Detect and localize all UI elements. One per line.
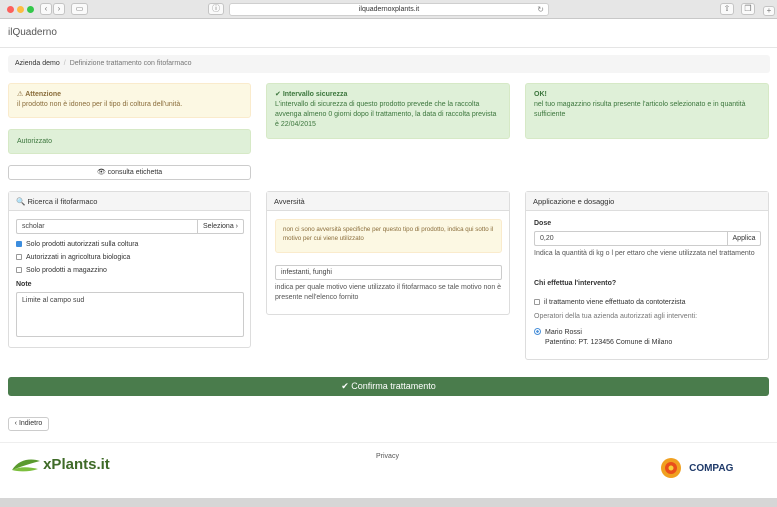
adversity-panel: Avversità non ci sono avversità specific… xyxy=(266,191,510,315)
search-panel-header: 🔍 Ricerca il fitofarmaco xyxy=(9,192,250,211)
maximize-window-button[interactable] xyxy=(27,6,34,13)
url-text: ilquadernoxplants.it xyxy=(358,6,420,13)
checkbox-icon xyxy=(534,299,540,305)
header-divider xyxy=(0,47,777,48)
apply-button[interactable]: Applica xyxy=(727,231,761,246)
chevron-left-icon: ‹ xyxy=(14,420,18,427)
page: ilQuaderno Azienda demo / Definizione trat… xyxy=(0,19,777,498)
operator-radio[interactable]: Mario Rossi xyxy=(534,328,582,337)
warning-title: Attenzione xyxy=(25,91,62,98)
compag-logo[interactable]: COMPAG xyxy=(660,457,733,479)
filter-stock-checkbox[interactable]: Solo prodotti a magazzino xyxy=(16,266,107,275)
warning-alert: ⚠ Attenzione il prodotto non è idoneo pe… xyxy=(8,83,251,118)
browser-toolbar: ‹ › ▭ ⓘ ilquadernoxplants.it ↻ ⇧ ❐ + xyxy=(0,0,777,19)
reload-icon[interactable]: ↻ xyxy=(537,4,544,15)
filter-label: Autorizzati in agricoltura biologica xyxy=(26,254,131,261)
back-button-label: Indietro xyxy=(18,420,43,427)
operators-label: Operatori della tua azienda autorizzati … xyxy=(534,313,698,320)
stock-text: nel tuo magazzino risulta presente l'art… xyxy=(534,101,746,118)
breadcrumb-separator: / xyxy=(63,60,66,67)
address-bar[interactable]: ilquadernoxplants.it ↻ xyxy=(229,3,549,16)
warning-text: il prodotto non è idoneo per il tipo di … xyxy=(17,101,183,108)
select-button-label: Seleziona xyxy=(202,223,234,230)
filter-organic-checkbox[interactable]: Autorizzati in agricoltura biologica xyxy=(16,253,130,262)
label-button-text: consulta etichetta xyxy=(107,169,163,176)
authorized-text: Autorizzato xyxy=(17,138,53,145)
breadcrumb-current: Definizione trattamento con fitofarmaco xyxy=(69,60,192,67)
interval-text: L'intervallo di sicurezza di questo prod… xyxy=(275,101,497,128)
search-icon: 🔍 xyxy=(16,197,26,206)
operator-license: Patentino: PT. 123456 Comune di Milano xyxy=(545,339,673,346)
confirm-button-label: Confirma trattamento xyxy=(351,381,436,391)
add-tab-icon[interactable]: + xyxy=(763,6,775,16)
filter-authorized-checkbox[interactable]: Solo prodotti autorizzati sulla coltura xyxy=(16,240,138,249)
adversity-help: indica per quale motivo viene utilizzato… xyxy=(275,284,502,301)
radio-selected-icon xyxy=(534,328,541,335)
notes-textarea[interactable]: Limite al campo sud xyxy=(16,292,244,337)
leaf-icon xyxy=(12,459,40,471)
stock-title: OK! xyxy=(534,91,547,98)
operator-name: Mario Rossi xyxy=(545,329,582,336)
chevron-right-icon: › xyxy=(235,223,239,230)
dose-label: Dose xyxy=(534,220,552,227)
adversity-input[interactable]: infestanti, funghi xyxy=(275,265,502,280)
breadcrumb-home[interactable]: Azienda demo xyxy=(15,60,60,67)
tabs-icon[interactable]: ❐ xyxy=(741,3,755,15)
authorized-alert: Autorizzato xyxy=(8,129,251,154)
back-button[interactable]: ‹ Indietro xyxy=(8,417,49,431)
filter-label: Solo prodotti autorizzati sulla coltura xyxy=(26,241,139,248)
privacy-link[interactable]: Privacy xyxy=(376,453,399,460)
forward-icon[interactable]: › xyxy=(53,3,65,15)
confirm-button[interactable]: ✔ Confirma trattamento xyxy=(8,377,769,396)
dose-help: Indica la quantità di kg o l per ettaro … xyxy=(534,250,755,257)
dose-input[interactable]: 0,20 xyxy=(534,231,728,246)
close-window-button[interactable] xyxy=(7,6,14,13)
contractor-checkbox[interactable]: il trattamento viene effettuato da conto… xyxy=(534,298,686,307)
dose-panel: Applicazione e dosaggio Dose 0,20 Applic… xyxy=(525,191,769,360)
breadcrumb: Azienda demo / Definizione trattamento con… xyxy=(8,55,770,73)
window-bottom-bar xyxy=(0,498,777,507)
adversity-panel-header: Avversità xyxy=(267,192,509,211)
check-icon: ✔ xyxy=(341,381,349,391)
stock-alert: OK! nel tuo magazzino risulta presente l… xyxy=(525,83,769,139)
search-panel: 🔍 Ricerca il fitofarmaco scholar Selezio… xyxy=(8,191,251,348)
info-icon[interactable]: ⓘ xyxy=(208,3,224,15)
contractor-label: il trattamento viene effettuato da conto… xyxy=(544,299,686,306)
xplants-logo-text: xPlants.it xyxy=(43,456,110,473)
adversity-info: non ci sono avversità specifiche per que… xyxy=(275,219,502,253)
warning-icon: ⚠ xyxy=(17,91,24,98)
share-icon[interactable]: ⇧ xyxy=(720,3,734,15)
notes-label: Note xyxy=(16,281,32,288)
select-button[interactable]: Seleziona › xyxy=(197,219,244,234)
xplants-logo[interactable]: xPlants.it xyxy=(11,456,110,473)
operator-question: Chi effettua l'intervento? xyxy=(534,280,617,287)
interval-alert: ✔ Intervallo sicurezza L'intervallo di s… xyxy=(266,83,510,139)
compag-logo-text: COMPAG xyxy=(689,462,734,474)
minimize-window-button[interactable] xyxy=(17,6,24,13)
filter-label: Solo prodotti a magazzino xyxy=(26,267,107,274)
check-icon: ✔ xyxy=(275,91,281,98)
brand-logo[interactable]: ilQuaderno xyxy=(8,27,57,38)
search-panel-title: Ricerca il fitofarmaco xyxy=(27,197,98,206)
search-input[interactable]: scholar xyxy=(16,219,198,234)
sidebar-icon[interactable]: ▭ xyxy=(71,3,88,15)
checkbox-checked-icon xyxy=(16,241,22,247)
back-icon[interactable]: ‹ xyxy=(40,3,52,15)
interval-title: Intervallo sicurezza xyxy=(282,91,348,98)
eye-icon: 👁 xyxy=(96,169,106,176)
checkbox-icon xyxy=(16,267,22,273)
dose-panel-header: Applicazione e dosaggio xyxy=(526,192,768,211)
footer-divider xyxy=(0,442,777,443)
label-button[interactable]: 👁 consulta etichetta xyxy=(8,165,251,180)
checkbox-icon xyxy=(16,254,22,260)
compag-mark-icon xyxy=(661,458,681,478)
